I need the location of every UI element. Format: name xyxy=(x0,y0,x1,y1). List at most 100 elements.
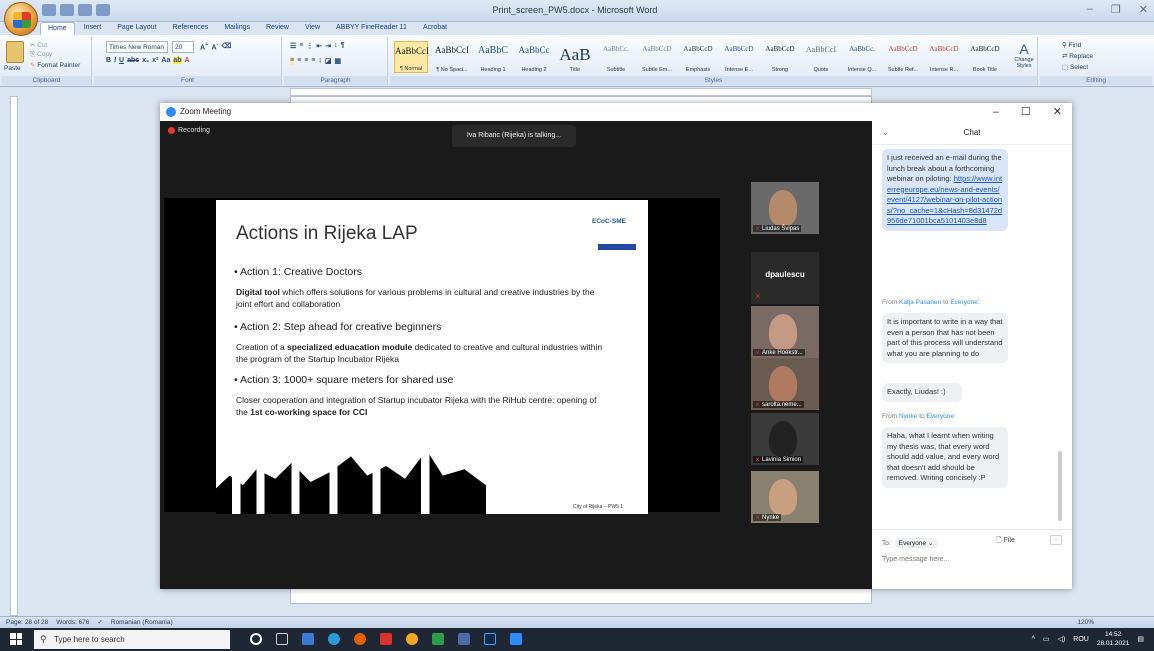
redo-icon[interactable] xyxy=(78,4,92,16)
close-button[interactable]: ✕ xyxy=(1139,3,1148,16)
font-color-icon[interactable]: A xyxy=(185,57,190,64)
numbering-icon[interactable]: ≡ xyxy=(299,42,303,50)
file-button[interactable]: 🗋 File xyxy=(996,536,1015,547)
style-9[interactable]: AaBbCcD Strong xyxy=(763,41,797,73)
style-2[interactable]: AaBbC Heading 1 xyxy=(476,41,510,73)
acrobat-icon[interactable] xyxy=(380,633,392,645)
volume-icon[interactable]: ◁) xyxy=(1058,635,1066,643)
style-11[interactable]: AaBbCc. Intense Q... xyxy=(845,41,879,73)
font-name-box[interactable]: Times New Roman xyxy=(106,41,168,53)
participant-tile-no-video[interactable]: dpaulescu ⨯ xyxy=(751,252,819,304)
word-taskbar-icon[interactable] xyxy=(302,633,314,645)
tab-view[interactable]: View xyxy=(298,22,327,35)
participant-tile[interactable]: ⨯ Nynke xyxy=(751,471,819,523)
style-5[interactable]: AaBbCc. Subtitle xyxy=(599,41,633,73)
bullets-icon[interactable]: ☰ xyxy=(290,42,296,50)
align-center-icon[interactable]: ≡ xyxy=(297,57,301,65)
tab-home[interactable]: Home xyxy=(40,22,75,35)
quick-access-toolbar[interactable] xyxy=(42,4,110,18)
clock[interactable]: 14:52 28.01.2021 xyxy=(1097,630,1130,648)
recipient-dropdown[interactable]: Everyone ⌄ xyxy=(894,538,938,548)
print-preview-icon[interactable] xyxy=(96,4,110,16)
participant-tile[interactable]: ⨯ sarolta.neme... xyxy=(751,358,819,410)
chat-message[interactable]: Haha, what I learnt when writing my thes… xyxy=(882,427,1008,488)
underline-icon[interactable]: U xyxy=(119,57,124,64)
superscript-icon[interactable]: x² xyxy=(152,57,158,64)
borders-icon[interactable]: ▦ xyxy=(335,57,342,65)
chat-message[interactable]: I just received an e-mail during the lun… xyxy=(882,149,1008,231)
change-styles-button[interactable]: A Change Styles xyxy=(1012,41,1036,69)
network-icon[interactable]: ▭ xyxy=(1043,635,1050,643)
recording-indicator[interactable]: Recording xyxy=(168,127,210,134)
style-3[interactable]: AaBbCc Heading 2 xyxy=(517,41,551,73)
pilcrow-icon[interactable]: ¶ xyxy=(341,42,345,50)
format-painter-button[interactable]: ✎ Format Painter xyxy=(30,61,80,69)
chevron-up-icon[interactable]: ^ xyxy=(1032,636,1035,643)
zoom-minimize-button[interactable]: – xyxy=(993,103,999,121)
subscript-icon[interactable]: x₂ xyxy=(142,57,149,64)
chat-scrollbar[interactable] xyxy=(1058,451,1062,521)
style-4[interactable]: AaB Title xyxy=(558,41,592,73)
windows-start-icon[interactable] xyxy=(10,633,22,645)
style-1[interactable]: AaBbCcI ¶ No Spaci... xyxy=(435,41,469,73)
find-button[interactable]: ⚲ Find xyxy=(1062,41,1081,49)
align-right-icon[interactable]: ≡ xyxy=(304,57,308,65)
zoom-maximize-button[interactable]: ☐ xyxy=(1021,103,1031,121)
input-language[interactable]: ROU xyxy=(1073,636,1089,643)
clear-format-icon[interactable]: ⌫ xyxy=(221,42,231,51)
minimize-button[interactable]: – xyxy=(1087,3,1093,16)
copy-button[interactable]: ⎘ Copy xyxy=(30,51,52,59)
save-icon[interactable] xyxy=(42,4,56,16)
notifications-icon[interactable]: ▤ xyxy=(1137,635,1144,643)
app-icon[interactable] xyxy=(406,633,418,645)
italic-icon[interactable]: I xyxy=(114,57,116,64)
explorer-icon[interactable] xyxy=(458,633,470,645)
style-14[interactable]: AaBbCcD Book Title xyxy=(968,41,1002,73)
highlight-icon[interactable]: ab xyxy=(173,57,182,64)
tab-mailings[interactable]: Mailings xyxy=(217,22,257,35)
style-8[interactable]: AaBbCcD Intense E... xyxy=(722,41,756,73)
undo-icon[interactable] xyxy=(60,4,74,16)
taskbar-search[interactable]: ⚲ Type here to search xyxy=(34,630,230,649)
more-options-button[interactable]: ··· xyxy=(1050,535,1062,545)
style-12[interactable]: AaBbCcD Subtle Ref... xyxy=(886,41,920,73)
shading-icon[interactable]: ◪ xyxy=(325,57,332,65)
paste-button[interactable]: Paste xyxy=(4,65,21,72)
participant-tile[interactable]: ⨯ Anke Hoekstr... xyxy=(751,306,819,358)
photoshop-icon[interactable] xyxy=(484,633,496,645)
chevron-down-icon[interactable]: ⌄ xyxy=(882,121,889,145)
page-count[interactable]: Page: 28 of 28 xyxy=(6,617,48,628)
style-7[interactable]: AaBbCcD Emphasis xyxy=(681,41,715,73)
multilevel-icon[interactable]: ⋮ xyxy=(306,42,313,50)
office-button[interactable] xyxy=(4,2,38,36)
grow-font-icon[interactable]: A+ xyxy=(200,42,208,51)
firefox-icon[interactable] xyxy=(354,633,366,645)
task-view-icon[interactable] xyxy=(276,633,288,645)
zoom-close-button[interactable]: ✕ xyxy=(1053,103,1062,121)
decrease-indent-icon[interactable]: ⇤ xyxy=(316,42,322,50)
style-10[interactable]: AaBbCcI Quote xyxy=(804,41,838,73)
chat-message-input[interactable] xyxy=(882,556,1062,563)
word-count[interactable]: Words: 676 xyxy=(56,617,89,628)
tab-page-layout[interactable]: Page Layout xyxy=(110,22,163,35)
increase-indent-icon[interactable]: ⇥ xyxy=(325,42,331,50)
bold-icon[interactable]: B xyxy=(106,57,111,64)
chat-message[interactable]: Exactly, Liudas! :) xyxy=(882,383,962,402)
font-size-box[interactable]: 20 xyxy=(172,41,194,53)
style-13[interactable]: AaBbCcD Intense R... xyxy=(927,41,961,73)
zoom-taskbar-icon[interactable] xyxy=(510,633,522,645)
tab-acrobat[interactable]: Acrobat xyxy=(416,22,454,35)
spelling-icon[interactable]: ✓ xyxy=(97,617,102,628)
horizontal-ruler[interactable] xyxy=(290,88,872,96)
style-0[interactable]: AaBbCcI ¶ Normal xyxy=(394,41,429,73)
style-6[interactable]: AaBbCcD Subtle Em... xyxy=(640,41,674,73)
participant-tile[interactable]: ⨯ Lavinia Simion xyxy=(751,413,819,465)
shrink-font-icon[interactable]: A- xyxy=(211,42,218,51)
change-case-icon[interactable]: Aa xyxy=(161,57,170,64)
paste-icon[interactable] xyxy=(6,41,24,63)
sort-icon[interactable]: ↕ xyxy=(334,42,338,50)
tab-insert[interactable]: Insert xyxy=(77,22,109,35)
cut-button[interactable]: ✂ Cut xyxy=(30,41,47,49)
replace-button[interactable]: ⇄ Replace xyxy=(1062,52,1093,60)
align-left-icon[interactable]: ≡ xyxy=(290,57,295,65)
